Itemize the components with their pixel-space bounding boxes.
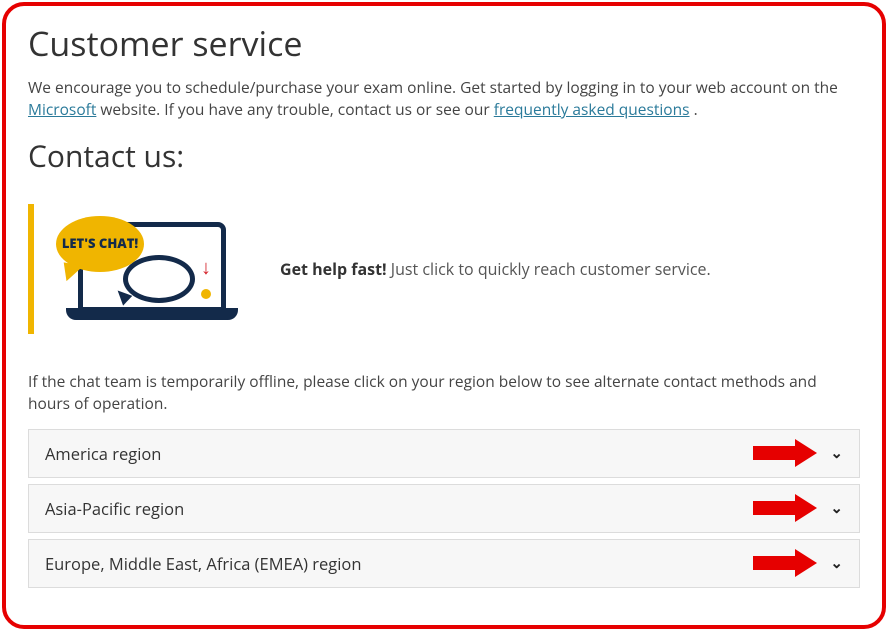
page-frame: Customer service We encourage you to sch… [2,2,886,629]
chat-bold-text: Get help fast! [280,258,387,280]
speech-bubble-icon [123,255,195,303]
region-accordion: America region ⌄ Asia-Pacific region ⌄ E… [28,429,860,588]
contact-heading: Contact us: [28,135,860,176]
region-label: Asia-Pacific region [45,497,184,520]
microsoft-link[interactable]: Microsoft [28,98,96,120]
annotation-arrow-icon [753,494,825,522]
intro-text-pre: We encourage you to schedule/purchase yo… [28,76,838,98]
region-label: Europe, Middle East, Africa (EMEA) regio… [45,552,361,575]
annotation-arrow-icon [753,549,825,577]
region-item-america[interactable]: America region ⌄ [28,429,860,478]
lets-chat-bubble-icon: LET'S CHAT! [56,216,144,272]
chevron-down-icon: ⌄ [830,553,843,573]
status-dot-icon [201,289,211,299]
region-item-asia-pacific[interactable]: Asia-Pacific region ⌄ [28,484,860,533]
chat-rest-text: Just click to quickly reach customer ser… [387,258,711,280]
region-label: America region [45,442,161,465]
laptop-base-icon [66,308,238,320]
chat-illustration: ↓ LET'S CHAT! [60,214,240,324]
chevron-down-icon: ⌄ [830,443,843,463]
annotation-arrow-icon [753,439,825,467]
intro-text-post: . [694,98,698,120]
chat-banner[interactable]: ↓ LET'S CHAT! Get help fast! Just click … [28,204,860,334]
page-title: Customer service [28,20,860,66]
region-item-emea[interactable]: Europe, Middle East, Africa (EMEA) regio… [28,539,860,588]
offline-note: If the chat team is temporarily offline,… [28,370,860,415]
download-arrow-icon: ↓ [201,257,211,277]
faq-link[interactable]: frequently asked questions [494,98,690,120]
intro-text-mid: website. If you have any trouble, contac… [100,98,493,120]
lets-chat-bubble-text: LET'S CHAT! [62,237,138,251]
chevron-down-icon: ⌄ [830,498,843,518]
chat-banner-message: Get help fast! Just click to quickly rea… [240,258,860,280]
intro-paragraph: We encourage you to schedule/purchase yo… [28,76,860,121]
